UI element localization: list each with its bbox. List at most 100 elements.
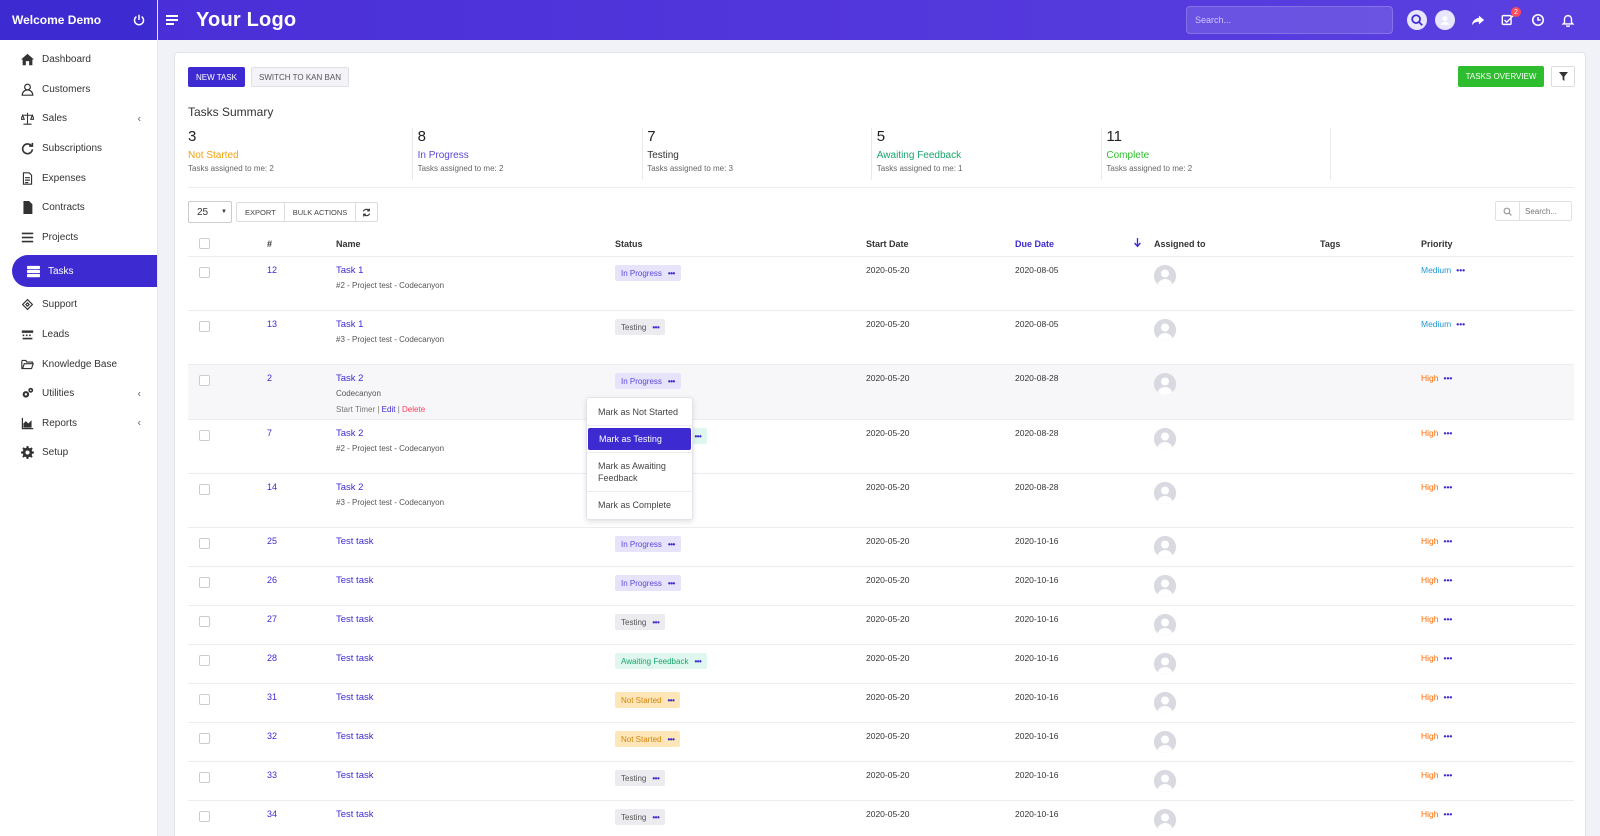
task-name-link[interactable]: Test task xyxy=(336,731,374,742)
assignee-avatar[interactable] xyxy=(1154,536,1176,558)
task-id[interactable]: 31 xyxy=(267,692,277,702)
task-name-link[interactable]: Task 2 xyxy=(336,373,363,384)
clock-icon[interactable] xyxy=(1528,10,1548,30)
row-checkbox[interactable] xyxy=(199,430,210,441)
bell-icon[interactable] xyxy=(1558,10,1578,30)
priority-badge[interactable]: High ••• xyxy=(1421,536,1452,546)
sort-desc-icon[interactable] xyxy=(1133,238,1142,248)
status-badge[interactable]: Testing ••• xyxy=(615,770,666,786)
user-avatar-icon[interactable] xyxy=(1435,10,1455,30)
status-badge[interactable]: Testing ••• xyxy=(615,614,666,630)
assignee-avatar[interactable] xyxy=(1154,428,1176,450)
sidebar-item-utilities[interactable]: Utilities ‹ xyxy=(0,379,157,409)
col-tags[interactable]: Tags xyxy=(1320,239,1340,249)
task-id[interactable]: 25 xyxy=(267,536,277,546)
task-id[interactable]: 2 xyxy=(267,373,272,383)
task-subtitle[interactable]: #2 - Project test - Codecanyon xyxy=(336,281,444,290)
task-subtitle[interactable]: #3 - Project test - Codecanyon xyxy=(336,498,444,507)
more-dots-icon[interactable]: ••• xyxy=(668,540,675,549)
task-subtitle[interactable]: Codecanyon xyxy=(336,389,381,398)
reload-button[interactable] xyxy=(356,203,377,221)
more-dots-icon[interactable]: ••• xyxy=(668,579,675,588)
task-id[interactable]: 27 xyxy=(267,614,277,624)
delete-link[interactable]: Delete xyxy=(402,405,425,414)
sidebar-item-customers[interactable]: Customers xyxy=(0,75,157,105)
status-badge[interactable]: Awaiting Feedback ••• xyxy=(615,653,708,669)
power-icon[interactable] xyxy=(133,14,145,26)
summary-label[interactable]: Complete xyxy=(1106,150,1330,161)
task-id[interactable]: 32 xyxy=(267,731,277,741)
task-id[interactable]: 13 xyxy=(267,319,277,329)
more-dots-icon[interactable]: ••• xyxy=(694,432,701,441)
more-dots-icon[interactable]: ••• xyxy=(668,377,675,386)
page-length-select[interactable]: 25 ▼ xyxy=(188,201,232,223)
more-dots-icon[interactable]: ••• xyxy=(1443,731,1452,741)
filter-button[interactable] xyxy=(1551,66,1575,87)
sidebar-item-setup[interactable]: Setup xyxy=(0,438,157,468)
more-dots-icon[interactable]: ••• xyxy=(652,618,659,627)
more-dots-icon[interactable]: ••• xyxy=(1443,575,1452,585)
assignee-avatar[interactable] xyxy=(1154,770,1176,792)
summary-label[interactable]: Awaiting Feedback xyxy=(877,150,1101,161)
sidebar-item-knowledge-base[interactable]: Knowledge Base xyxy=(0,349,157,379)
tasks-overview-button[interactable]: TASKS OVERVIEW xyxy=(1458,66,1544,87)
tasks-check-icon[interactable]: 2 xyxy=(1498,7,1521,30)
col-name[interactable]: Name xyxy=(336,239,361,249)
bulk-actions-button[interactable]: BULK ACTIONS xyxy=(285,203,357,221)
menu-toggle-icon[interactable] xyxy=(166,15,178,25)
task-name-link[interactable]: Task 1 xyxy=(336,319,363,330)
task-name-link[interactable]: Test task xyxy=(336,770,374,781)
switch-kanban-button[interactable]: SWITCH TO KAN BAN xyxy=(251,67,349,87)
assignee-avatar[interactable] xyxy=(1154,692,1176,714)
row-checkbox[interactable] xyxy=(199,577,210,588)
task-name-link[interactable]: Test task xyxy=(336,809,374,820)
task-name-link[interactable]: Task 2 xyxy=(336,482,363,493)
task-id[interactable]: 34 xyxy=(267,809,277,819)
status-badge[interactable]: Not Started ••• xyxy=(615,692,681,708)
row-checkbox[interactable] xyxy=(199,694,210,705)
more-dots-icon[interactable]: ••• xyxy=(1443,614,1452,624)
priority-badge[interactable]: High ••• xyxy=(1421,373,1452,383)
task-name-link[interactable]: Test task xyxy=(336,653,374,664)
summary-label[interactable]: Testing xyxy=(647,150,871,161)
status-badge[interactable]: Testing ••• xyxy=(615,809,666,825)
row-checkbox[interactable] xyxy=(199,267,210,278)
assignee-avatar[interactable] xyxy=(1154,614,1176,636)
status-badge[interactable]: In Progress ••• xyxy=(615,575,681,591)
task-name-link[interactable]: Test task xyxy=(336,575,374,586)
more-dots-icon[interactable]: ••• xyxy=(1443,482,1452,492)
task-id[interactable]: 26 xyxy=(267,575,277,585)
priority-badge[interactable]: Medium ••• xyxy=(1421,319,1465,329)
priority-badge[interactable]: High ••• xyxy=(1421,614,1452,624)
assignee-avatar[interactable] xyxy=(1154,731,1176,753)
logo[interactable]: Your Logo xyxy=(196,9,296,32)
more-dots-icon[interactable]: ••• xyxy=(1443,653,1452,663)
start-timer-link[interactable]: Start Timer xyxy=(336,405,375,414)
sidebar-item-dashboard[interactable]: Dashboard xyxy=(0,45,157,75)
summary-label[interactable]: Not Started xyxy=(188,150,412,161)
more-dots-icon[interactable]: ••• xyxy=(667,735,674,744)
more-dots-icon[interactable]: ••• xyxy=(652,813,659,822)
task-name-link[interactable]: Test task xyxy=(336,614,374,625)
summary-label[interactable]: In Progress xyxy=(418,150,642,161)
col-status[interactable]: Status xyxy=(615,239,643,249)
sidebar-item-reports[interactable]: Reports ‹ xyxy=(0,409,157,439)
row-checkbox[interactable] xyxy=(199,655,210,666)
priority-badge[interactable]: High ••• xyxy=(1421,482,1452,492)
status-badge[interactable]: In Progress ••• xyxy=(615,536,681,552)
more-dots-icon[interactable]: ••• xyxy=(1443,373,1452,383)
more-dots-icon[interactable]: ••• xyxy=(1456,265,1465,275)
export-button[interactable]: EXPORT xyxy=(237,203,285,221)
row-checkbox[interactable] xyxy=(199,375,210,386)
share-icon[interactable] xyxy=(1468,10,1488,30)
task-name-link[interactable]: Task 1 xyxy=(336,265,363,276)
col-id[interactable]: # xyxy=(267,239,272,249)
row-checkbox[interactable] xyxy=(199,538,210,549)
assignee-avatar[interactable] xyxy=(1154,319,1176,341)
dropdown-item-mark-as-testing[interactable]: Mark as Testing xyxy=(588,428,691,450)
assignee-avatar[interactable] xyxy=(1154,265,1176,287)
dropdown-item-mark-as-awaiting-feedback[interactable]: Mark as Awaiting Feedback xyxy=(587,455,692,489)
task-id[interactable]: 33 xyxy=(267,770,277,780)
sidebar-item-leads[interactable]: Leads xyxy=(0,320,157,350)
more-dots-icon[interactable]: ••• xyxy=(1456,319,1465,329)
